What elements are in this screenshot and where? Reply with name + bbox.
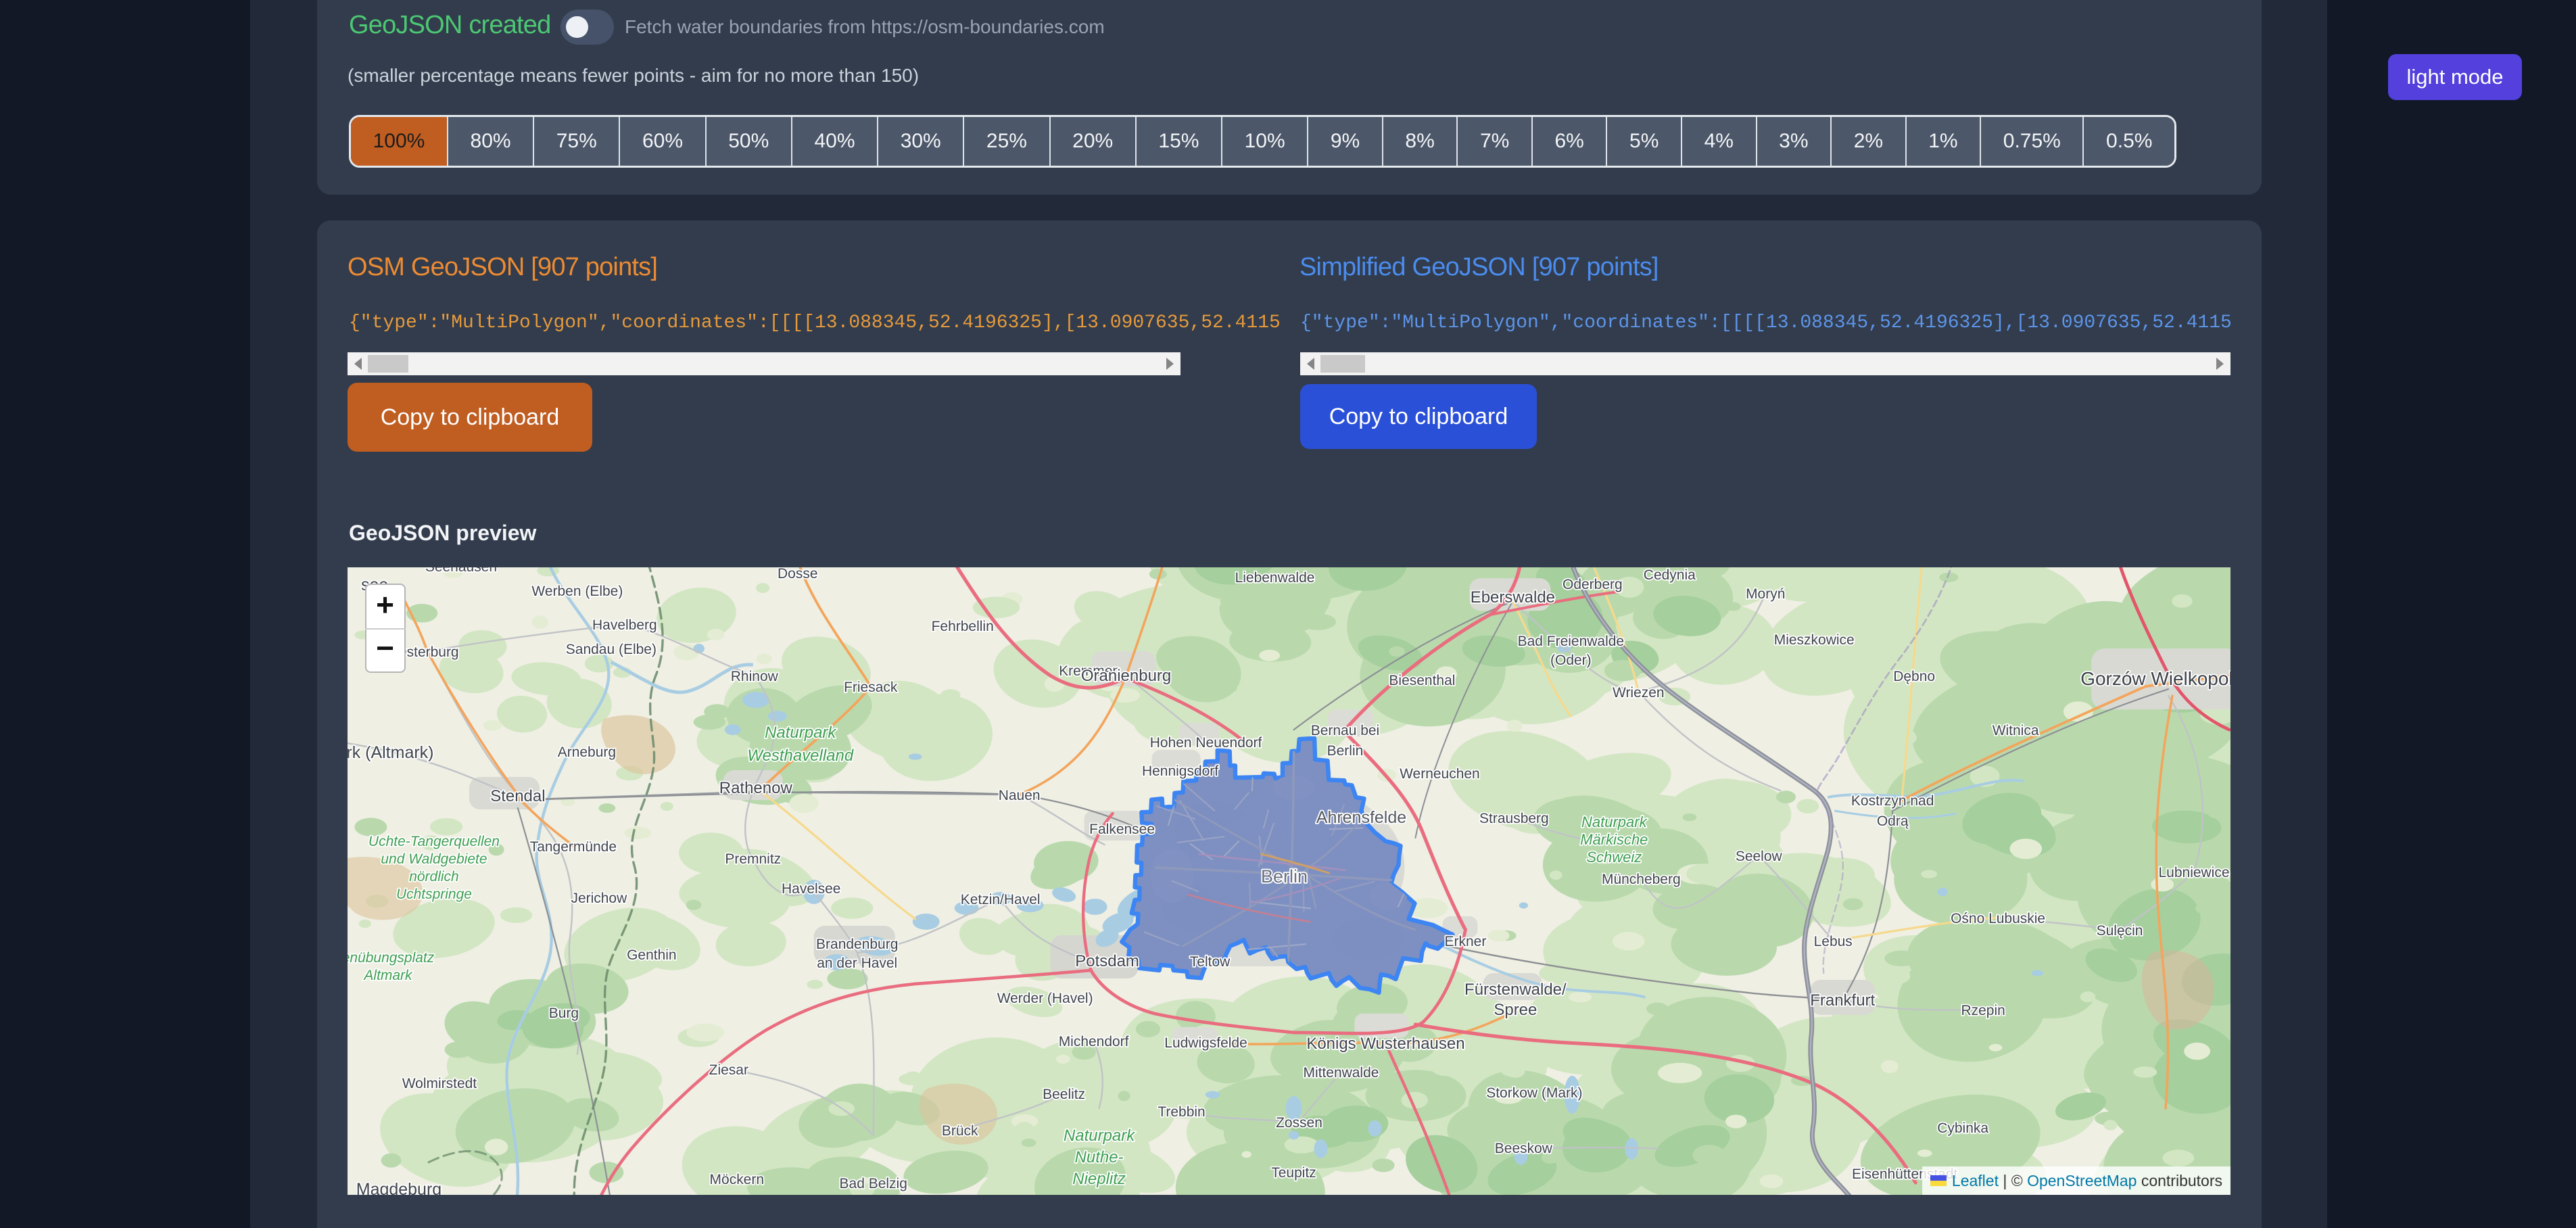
svg-text:Rhinow: Rhinow: [731, 669, 779, 684]
svg-text:Uchtspringe: Uchtspringe: [396, 887, 472, 902]
svg-text:an der Havel: an der Havel: [817, 955, 897, 971]
svg-text:Sandau (Elbe): Sandau (Elbe): [566, 642, 657, 657]
svg-text:Berlin: Berlin: [1261, 866, 1308, 887]
svg-text:Moryń: Moryń: [1746, 586, 1785, 602]
svg-text:Strausberg: Strausberg: [1479, 811, 1549, 826]
svg-text:Odrą: Odrą: [1877, 813, 1909, 829]
svg-text:Nuthe-: Nuthe-: [1075, 1148, 1124, 1166]
svg-text:Dosse: Dosse: [778, 567, 817, 582]
svg-text:Eberswalde: Eberswalde: [1471, 588, 1555, 607]
svg-text:Hennigsdorf: Hennigsdorf: [1142, 763, 1218, 779]
svg-text:Liebenwalde: Liebenwalde: [1235, 570, 1315, 586]
svg-text:Seelow: Seelow: [1736, 849, 1783, 864]
svg-text:Dębno: Dębno: [1893, 669, 1935, 684]
svg-text:Witnica: Witnica: [1993, 723, 2039, 738]
svg-text:Uchte-Tangerquellen: Uchte-Tangerquellen: [368, 834, 500, 849]
svg-text:Premnitz: Premnitz: [725, 851, 781, 867]
svg-text:Altmark: Altmark: [362, 968, 413, 983]
svg-text:Biesenthal: Biesenthal: [1389, 673, 1455, 688]
svg-text:Bad Freienwalde: Bad Freienwalde: [1518, 634, 1624, 649]
svg-text:Potsdam: Potsdam: [1075, 952, 1139, 970]
svg-text:Naturpark: Naturpark: [1581, 813, 1648, 830]
svg-text:Westhavelland: Westhavelland: [747, 747, 854, 765]
svg-text:Cybinka: Cybinka: [1937, 1120, 1988, 1136]
svg-text:Arneburg: Arneburg: [558, 745, 616, 760]
svg-text:enübungsplatz: enübungsplatz: [348, 950, 435, 966]
svg-text:Mittenwalde: Mittenwalde: [1303, 1065, 1379, 1081]
svg-text:Brück: Brück: [942, 1123, 978, 1139]
svg-text:Mieszkowice: Mieszkowice: [1774, 632, 1855, 648]
svg-text:Magdeburg: Magdeburg: [356, 1180, 442, 1195]
svg-text:Märkische: Märkische: [1580, 831, 1648, 848]
svg-text:Königs Wusterhausen: Königs Wusterhausen: [1306, 1035, 1464, 1053]
svg-text:Oranienburg: Oranienburg: [1081, 667, 1171, 685]
svg-text:Fehrbellin: Fehrbellin: [932, 619, 994, 634]
svg-text:Naturpark: Naturpark: [765, 724, 836, 742]
svg-text:ark (Altmark): ark (Altmark): [348, 743, 433, 762]
svg-text:Werben (Elbe): Werben (Elbe): [531, 584, 623, 599]
svg-text:Lebus: Lebus: [1814, 934, 1853, 949]
svg-text:Frankfurt: Frankfurt: [1810, 991, 1875, 1010]
svg-text:Wolmirstedt: Wolmirstedt: [402, 1076, 477, 1091]
svg-text:Sulęcin: Sulęcin: [2097, 923, 2143, 939]
svg-text:Storkow (Mark): Storkow (Mark): [1486, 1085, 1582, 1101]
svg-text:Lubniewice: Lubniewice: [2159, 865, 2230, 880]
svg-text:Möckern: Möckern: [710, 1172, 764, 1187]
svg-text:Müncheberg: Müncheberg: [1602, 872, 1681, 887]
svg-text:Rathenow: Rathenow: [719, 779, 793, 797]
svg-text:und Waldgebiete: und Waldgebiete: [381, 851, 487, 867]
svg-text:Bernau bei: Bernau bei: [1311, 723, 1380, 738]
svg-text:Ketzin/Havel: Ketzin/Havel: [961, 892, 1041, 907]
svg-text:Havelberg: Havelberg: [592, 617, 657, 633]
svg-text:Werneuchen: Werneuchen: [1400, 766, 1480, 782]
svg-text:Ziesar: Ziesar: [709, 1062, 748, 1078]
svg-text:Cedynia: Cedynia: [1644, 567, 1696, 583]
svg-text:Ludwigsfelde: Ludwigsfelde: [1164, 1035, 1247, 1051]
svg-text:Erkner: Erkner: [1445, 934, 1487, 949]
svg-text:Fürstenwalde/: Fürstenwalde/: [1464, 981, 1567, 999]
svg-text:Werder (Havel): Werder (Havel): [997, 991, 1093, 1006]
svg-text:Stendal: Stendal: [490, 787, 545, 805]
svg-text:Zossen: Zossen: [1276, 1115, 1322, 1131]
svg-text:Havelsee: Havelsee: [782, 881, 840, 897]
svg-text:Nieplitz: Nieplitz: [1072, 1170, 1126, 1188]
svg-text:Genthin: Genthin: [627, 947, 677, 963]
svg-text:Seehausen: Seehausen: [425, 567, 497, 575]
svg-text:Falkensee: Falkensee: [1089, 822, 1155, 837]
svg-text:Burg: Burg: [549, 1006, 579, 1021]
svg-text:Jerichow: Jerichow: [571, 891, 627, 906]
svg-text:Schweiz: Schweiz: [1586, 849, 1642, 866]
svg-text:Ahrensfelde: Ahrensfelde: [1316, 808, 1406, 827]
svg-text:(Oder): (Oder): [1550, 653, 1592, 668]
svg-text:Trebbin: Trebbin: [1158, 1104, 1205, 1120]
svg-text:Friesack: Friesack: [844, 680, 898, 695]
svg-text:Nauen: Nauen: [999, 788, 1041, 803]
svg-text:Bad Belzig: Bad Belzig: [840, 1176, 907, 1191]
svg-text:Teltow: Teltow: [1190, 954, 1231, 970]
svg-text:Gorzów Wielkopolski: Gorzów Wielkopolski: [2080, 668, 2231, 689]
svg-text:Beelitz: Beelitz: [1043, 1087, 1085, 1102]
svg-text:Hohen Neuendorf: Hohen Neuendorf: [1150, 735, 1262, 751]
svg-text:Tangermünde: Tangermünde: [530, 839, 617, 855]
svg-text:Naturpark: Naturpark: [1064, 1127, 1135, 1145]
svg-text:Michendorf: Michendorf: [1059, 1034, 1129, 1049]
svg-text:Teupitz: Teupitz: [1271, 1165, 1316, 1181]
svg-text:Berlin: Berlin: [1327, 743, 1364, 759]
svg-text:Beeskow: Beeskow: [1495, 1141, 1553, 1156]
svg-text:Wriezen: Wriezen: [1613, 685, 1665, 701]
svg-text:Kostrzyn nad: Kostrzyn nad: [1851, 793, 1934, 809]
svg-text:nördlich: nördlich: [409, 869, 459, 884]
svg-text:Oderberg: Oderberg: [1563, 577, 1623, 592]
svg-text:Spree: Spree: [1494, 1001, 1537, 1019]
svg-text:Rzepin: Rzepin: [1961, 1003, 2005, 1018]
svg-text:Brandenburg: Brandenburg: [816, 937, 898, 952]
svg-text:Ośno Lubuskie: Ośno Lubuskie: [1951, 911, 2045, 926]
